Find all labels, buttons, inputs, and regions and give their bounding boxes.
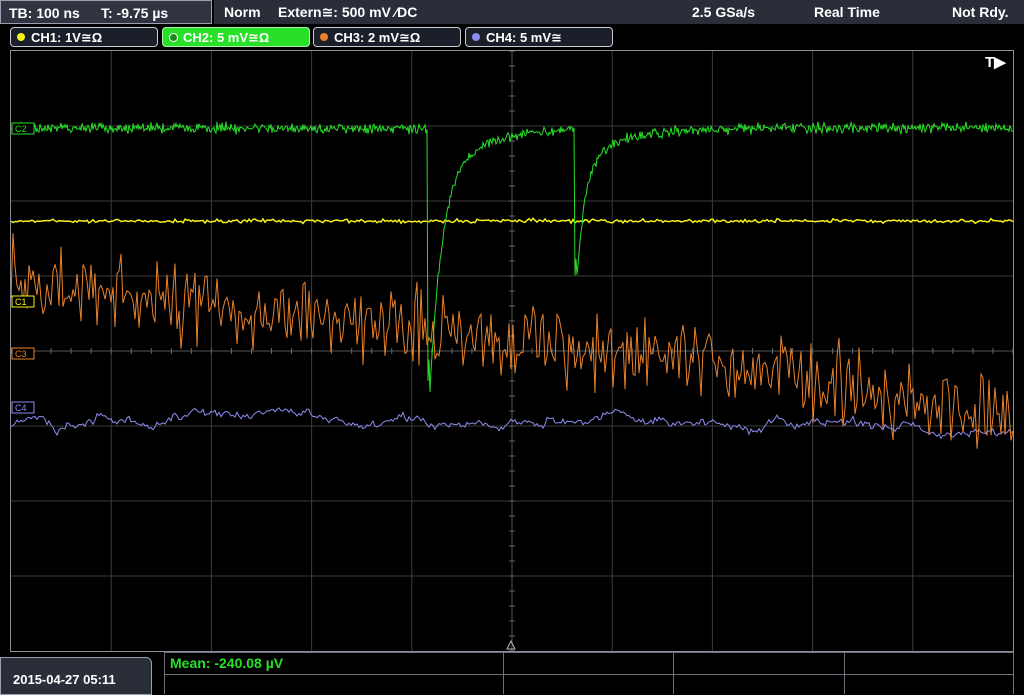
svg-text:C1: C1 xyxy=(15,297,27,307)
trigger-time-label: T: -9.75 µs xyxy=(101,5,169,21)
tab-ch4-label: CH4: 5 mV≅ xyxy=(486,30,562,45)
ch1-offset-marker[interactable]: C1 xyxy=(11,295,35,308)
svg-text:C2: C2 xyxy=(15,124,27,134)
meas-cell-1 xyxy=(164,652,504,675)
waveform-display[interactable]: C2 C1 C3 C4 T▶ xyxy=(10,50,1014,652)
meas-cell-8 xyxy=(845,674,1014,694)
ch4-dot-icon xyxy=(472,33,480,41)
meas-cell-3 xyxy=(674,652,845,675)
horizontal-position-icon[interactable] xyxy=(506,639,516,650)
meas-cell-5 xyxy=(164,674,504,694)
meas-cell-2 xyxy=(503,652,674,675)
ch4-offset-marker[interactable]: C4 xyxy=(11,401,35,414)
ch2-dot-icon xyxy=(169,33,178,42)
tab-ch3[interactable]: CH3: 2 mV≅Ω xyxy=(313,27,461,47)
ch3-dot-icon xyxy=(320,33,328,41)
tab-ch1-label: CH1: 1V≅Ω xyxy=(31,30,103,45)
meas-cell-6 xyxy=(503,674,674,694)
tab-ch2-label: CH2: 5 mV≅Ω xyxy=(183,30,270,45)
datetime-label: 2015-04-27 05:11 xyxy=(13,672,116,687)
trigger-mode[interactable]: Norm xyxy=(224,4,261,20)
acquisition-mode: Real Time xyxy=(814,4,880,20)
status-bar: Norm Extern≅: 500 mV ∕DC 2.5 GSa/s Real … xyxy=(214,0,1024,24)
trigger-position-icon[interactable]: T▶ xyxy=(985,54,1007,71)
tab-ch1[interactable]: CH1: 1V≅Ω xyxy=(10,27,158,47)
run-state: Not Rdy. xyxy=(952,4,1009,20)
meas-cell-7 xyxy=(674,674,845,694)
tab-ch2[interactable]: CH2: 5 mV≅Ω xyxy=(162,27,310,47)
timebase-panel[interactable]: TB: 100 ns T: -9.75 µs xyxy=(0,0,212,24)
ch1-dot-icon xyxy=(17,33,25,41)
svg-text:C4: C4 xyxy=(15,403,27,413)
tab-ch4[interactable]: CH4: 5 mV≅ xyxy=(465,27,613,47)
sample-rate: 2.5 GSa/s xyxy=(692,4,756,20)
tab-ch3-label: CH3: 2 mV≅Ω xyxy=(334,30,421,45)
ch2-offset-marker[interactable]: C2 xyxy=(11,122,35,135)
meas-cell-4 xyxy=(845,652,1014,675)
svg-text:C3: C3 xyxy=(15,349,27,359)
datetime-panel: 2015-04-27 05:11 xyxy=(0,657,152,695)
ch3-offset-marker[interactable]: C3 xyxy=(11,347,35,360)
measurement-panel[interactable]: Mean: -240.08 µV xyxy=(164,652,1014,695)
timebase-label: TB: 100 ns xyxy=(9,5,80,21)
trigger-source[interactable]: Extern≅: 500 mV ∕DC xyxy=(278,4,417,21)
